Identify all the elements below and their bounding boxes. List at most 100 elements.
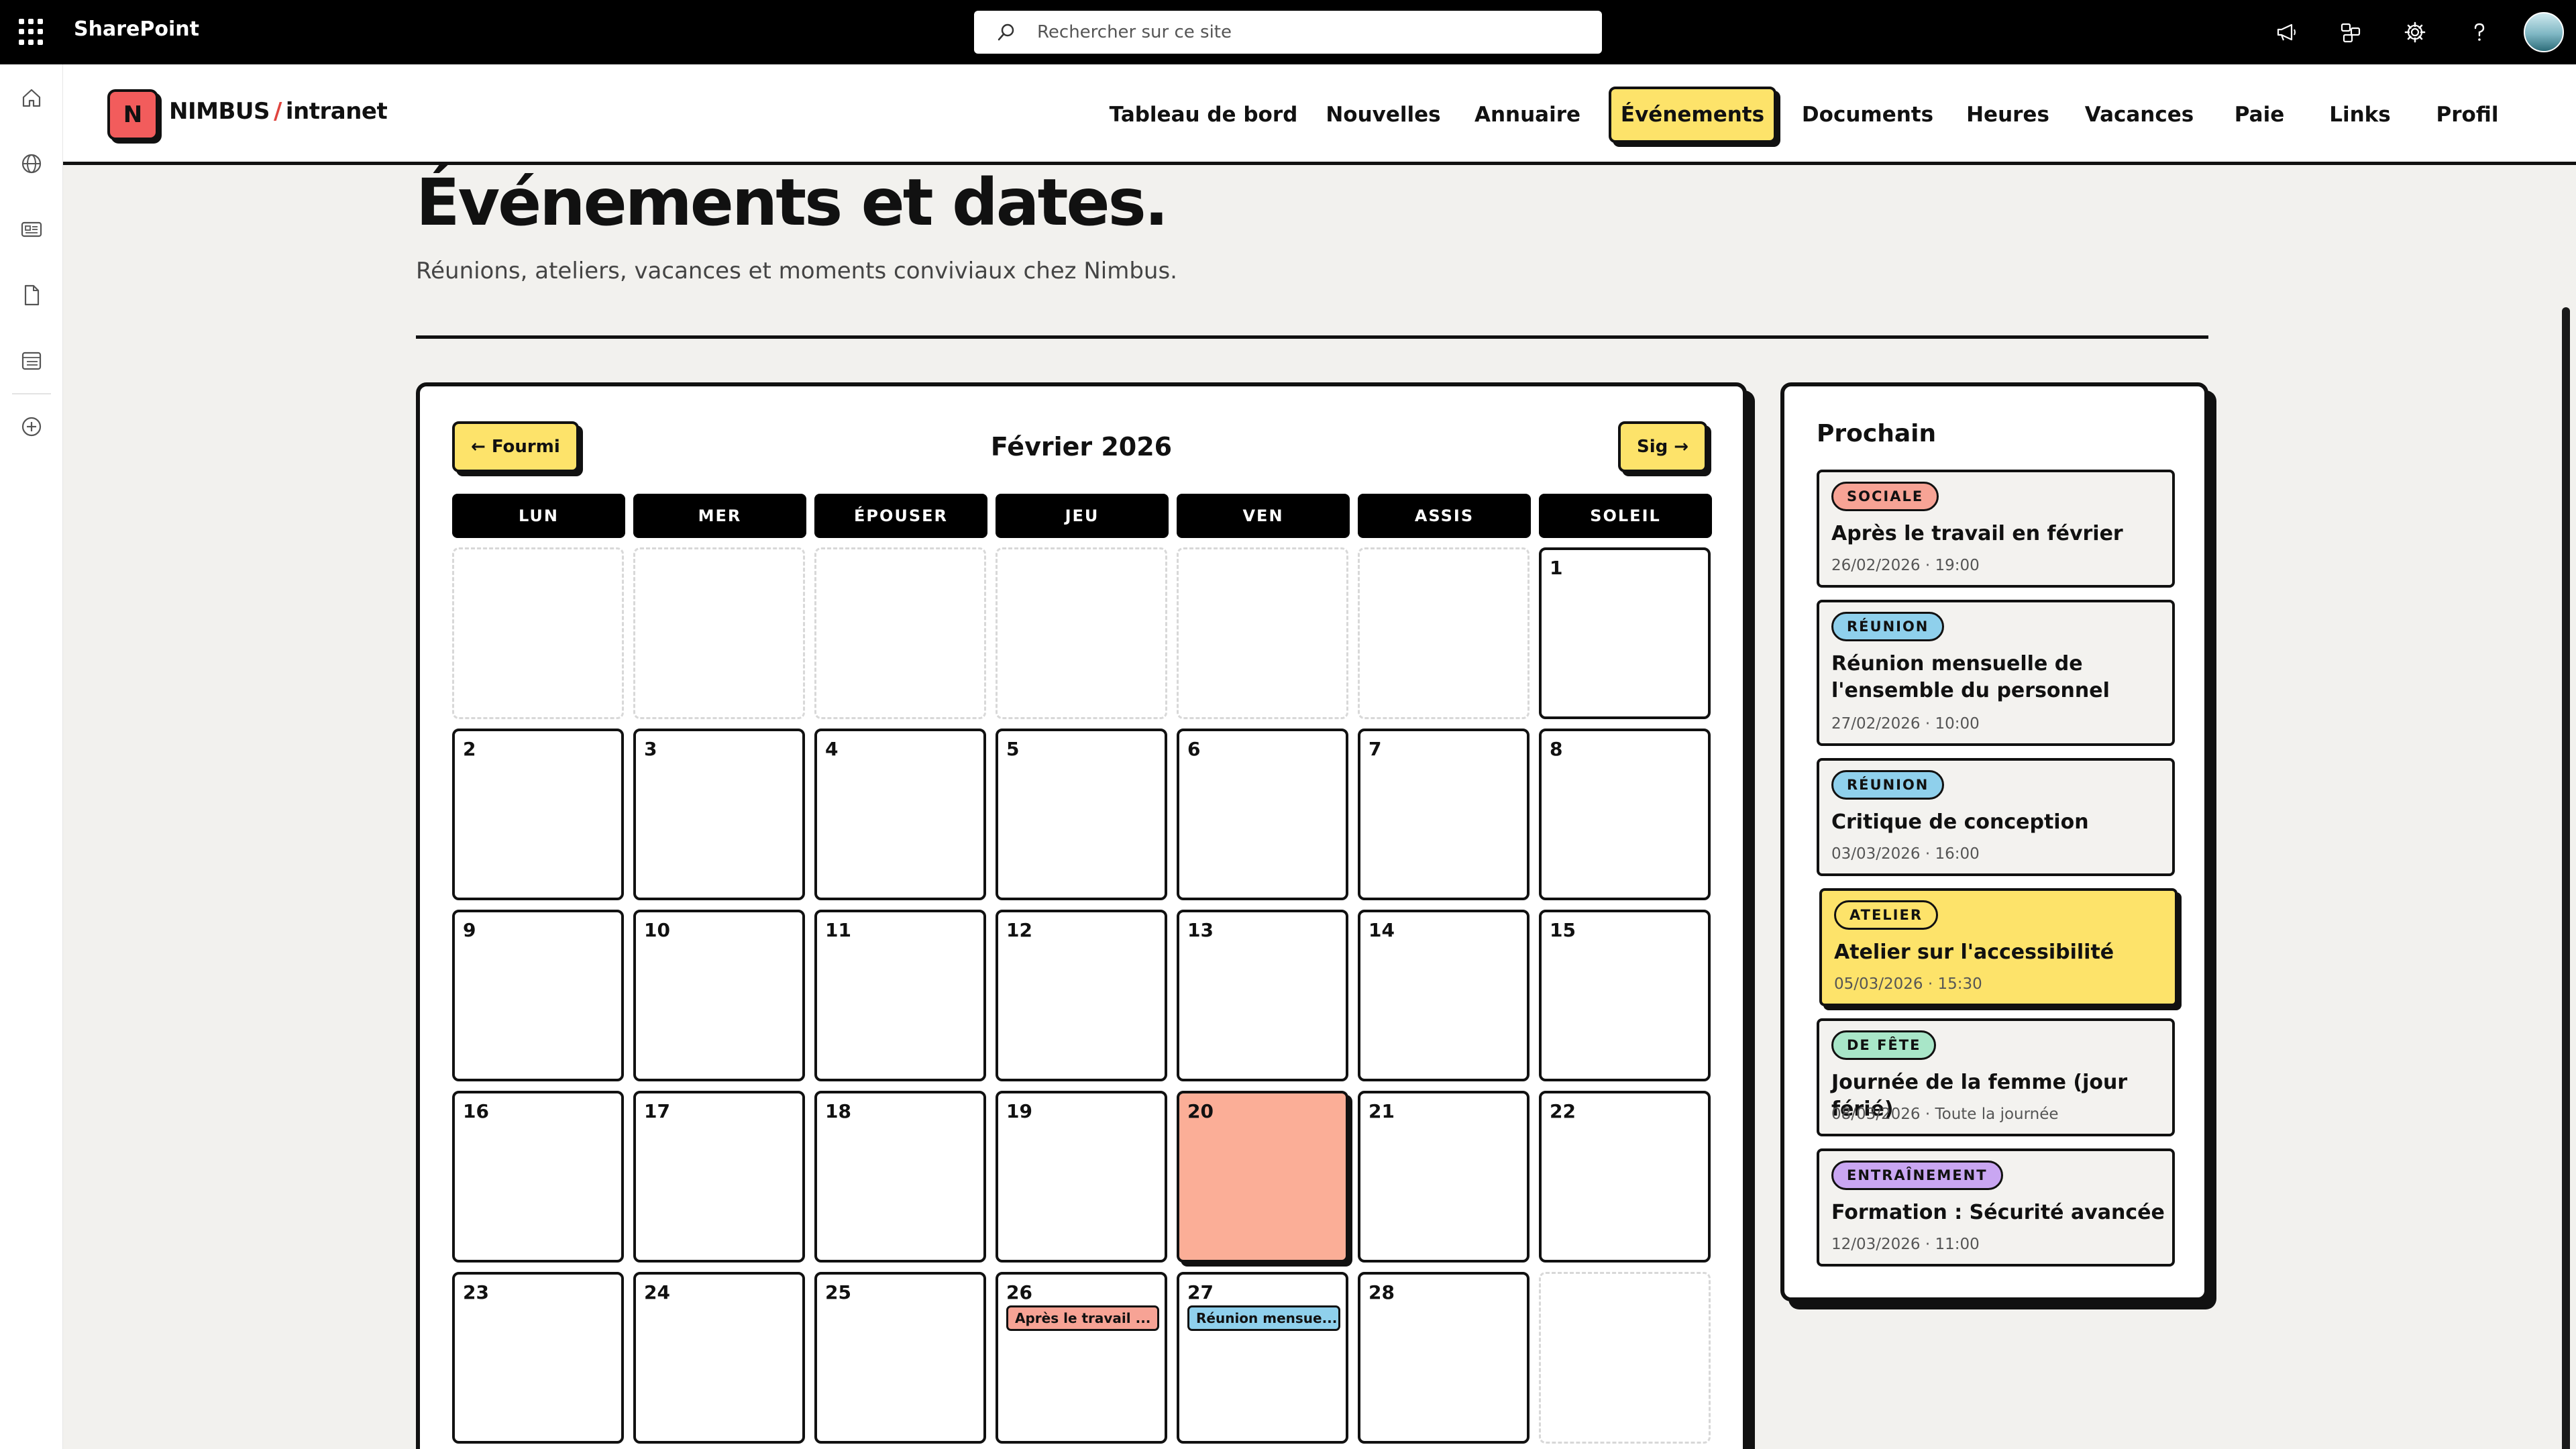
calendar-day[interactable]: 8: [1539, 729, 1711, 900]
calendar-day-empty: [633, 547, 805, 719]
logo-slash: /: [273, 98, 282, 125]
day-number: 5: [1006, 738, 1020, 760]
upcoming-event-card[interactable]: RÉUNION Réunion mensuelle de l'ensemble d…: [1817, 600, 2175, 746]
document-icon[interactable]: [18, 282, 45, 309]
calendar-card: ← Fourmi Février 2026 Sig → LUN MER ÉPOUSE…: [416, 382, 1747, 1449]
nav-item-evenements[interactable]: Événements: [1609, 87, 1776, 143]
add-icon[interactable]: [18, 413, 45, 440]
scrollbar-thumb[interactable]: [2562, 307, 2570, 1449]
weekday-header-cell: ASSIS: [1358, 494, 1531, 538]
logo-name: NIMBUS: [169, 98, 270, 125]
nav-item-tableau-de-bord[interactable]: Tableau de bord: [1110, 87, 1298, 143]
calendar-day[interactable]: 28: [1358, 1272, 1529, 1444]
calendar-day[interactable]: 23: [452, 1272, 624, 1444]
suite-bar: SharePoint: [0, 0, 2576, 64]
help-icon[interactable]: [2447, 0, 2512, 64]
event-date: 08/03/2026 · Toute la journée: [1831, 1106, 2059, 1123]
calendar-day[interactable]: 9: [452, 910, 624, 1081]
calendar-day[interactable]: 2: [452, 729, 624, 900]
weekday-header-cell: VEN: [1177, 494, 1350, 538]
nav-item-vacances[interactable]: Vacances: [2082, 87, 2196, 143]
megaphone-icon[interactable]: [2254, 0, 2318, 64]
event-category-tag: ENTRAÎNEMENT: [1831, 1161, 2003, 1190]
calendar-day[interactable]: 21: [1358, 1091, 1529, 1263]
weekday-header-cell: SOLEIL: [1539, 494, 1712, 538]
site-header: N NIMBUS / intranet Tableau de bord Nouvel…: [63, 64, 2576, 165]
appbar-divider: [12, 393, 51, 394]
upcoming-event-card[interactable]: ATELIER Atelier sur l'accessibilité 05/03/…: [1819, 888, 2178, 1006]
day-number: 1: [1550, 557, 1563, 579]
calendar-day-empty: [996, 547, 1167, 719]
page-subtitle: Réunions, ateliers, vacances et moments …: [416, 258, 1177, 284]
site-logo-text[interactable]: NIMBUS / intranet: [169, 98, 388, 125]
upcoming-title: Prochain: [1817, 420, 1937, 447]
day-number: 15: [1550, 919, 1576, 941]
sharepoint-brand[interactable]: SharePoint: [74, 17, 199, 41]
event-date: 03/03/2026 · 16:00: [1831, 845, 1980, 863]
nav-item-links[interactable]: Links: [2320, 87, 2400, 143]
calendar-day[interactable]: 17: [633, 1091, 805, 1263]
calendar-day[interactable]: 27 Réunion mensue...: [1177, 1272, 1348, 1444]
calendar-day[interactable]: 19: [996, 1091, 1167, 1263]
calendar-day[interactable]: 12: [996, 910, 1167, 1081]
search-box[interactable]: [974, 11, 1602, 54]
calendar-day[interactable]: 14: [1358, 910, 1529, 1081]
calendar-day[interactable]: 13: [1177, 910, 1348, 1081]
calendar-day[interactable]: 1: [1539, 547, 1711, 719]
event-category-tag: DE FÊTE: [1831, 1030, 1937, 1060]
calendar-day[interactable]: 18: [814, 1091, 986, 1263]
calendar-day[interactable]: 3: [633, 729, 805, 900]
page-title: Événements et dates.: [416, 165, 1169, 240]
day-number: 18: [825, 1100, 851, 1122]
nav-item-paie[interactable]: Paie: [2224, 87, 2294, 143]
nav-item-annuaire[interactable]: Annuaire: [1472, 87, 1583, 143]
calendar-day-empty: [1358, 547, 1529, 719]
calendar-event-chip[interactable]: Après le travail ...: [1006, 1305, 1159, 1331]
logo-icon[interactable]: N: [107, 89, 158, 140]
upcoming-event-card[interactable]: RÉUNION Critique de conception 03/03/2026 …: [1817, 758, 2175, 876]
calendar-day-empty: [814, 547, 986, 719]
next-month-button[interactable]: Sig →: [1618, 421, 1708, 472]
calendar-day[interactable]: 25: [814, 1272, 986, 1444]
calendar-day[interactable]: 16: [452, 1091, 624, 1263]
share-icon[interactable]: [2318, 0, 2383, 64]
list-icon[interactable]: [18, 347, 45, 374]
calendar-day[interactable]: 24: [633, 1272, 805, 1444]
nav-item-documents[interactable]: Documents: [1801, 87, 1935, 143]
calendar-month-title: Février 2026: [990, 432, 1173, 462]
upcoming-event-card[interactable]: SOCIALE Après le travail en février 26/02/…: [1817, 470, 2175, 588]
news-icon[interactable]: [18, 216, 45, 243]
app-bar: [0, 64, 63, 1449]
day-number: 9: [463, 919, 476, 941]
calendar-day[interactable]: 4: [814, 729, 986, 900]
calendar-day[interactable]: 20: [1177, 1091, 1348, 1263]
search-input[interactable]: [1037, 19, 1574, 46]
calendar-day-empty: [452, 547, 624, 719]
gear-icon[interactable]: [2383, 0, 2447, 64]
home-icon[interactable]: [18, 85, 45, 111]
calendar-day[interactable]: 26 Après le travail ...: [996, 1272, 1167, 1444]
calendar-day[interactable]: 11: [814, 910, 986, 1081]
calendar-day[interactable]: 6: [1177, 729, 1348, 900]
globe-icon[interactable]: [18, 150, 45, 177]
nav-item-profil[interactable]: Profil: [2428, 87, 2506, 143]
user-avatar[interactable]: [2512, 0, 2576, 64]
event-category-tag: RÉUNION: [1831, 770, 1945, 800]
app-launcher-icon[interactable]: [19, 19, 46, 46]
upcoming-event-card[interactable]: ENTRAÎNEMENT Formation : Sécurité avancée…: [1817, 1148, 2175, 1267]
event-date: 26/02/2026 · 19:00: [1831, 557, 1980, 574]
day-number: 22: [1550, 1100, 1576, 1122]
calendar-day[interactable]: 7: [1358, 729, 1529, 900]
upcoming-event-card[interactable]: DE FÊTE Journée de la femme (jour férié) 0…: [1817, 1018, 2175, 1136]
calendar-day[interactable]: 15: [1539, 910, 1711, 1081]
weekday-header-cell: JEU: [996, 494, 1169, 538]
nav-item-heures[interactable]: Heures: [1963, 87, 2053, 143]
event-title: Après le travail en février: [1831, 522, 2123, 545]
calendar-day[interactable]: 10: [633, 910, 805, 1081]
day-number: 24: [644, 1281, 670, 1303]
calendar-day[interactable]: 22: [1539, 1091, 1711, 1263]
page-scrollbar[interactable]: [2556, 165, 2576, 1449]
calendar-day[interactable]: 5: [996, 729, 1167, 900]
calendar-event-chip[interactable]: Réunion mensue...: [1187, 1305, 1340, 1331]
nav-item-nouvelles[interactable]: Nouvelles: [1323, 87, 1444, 143]
